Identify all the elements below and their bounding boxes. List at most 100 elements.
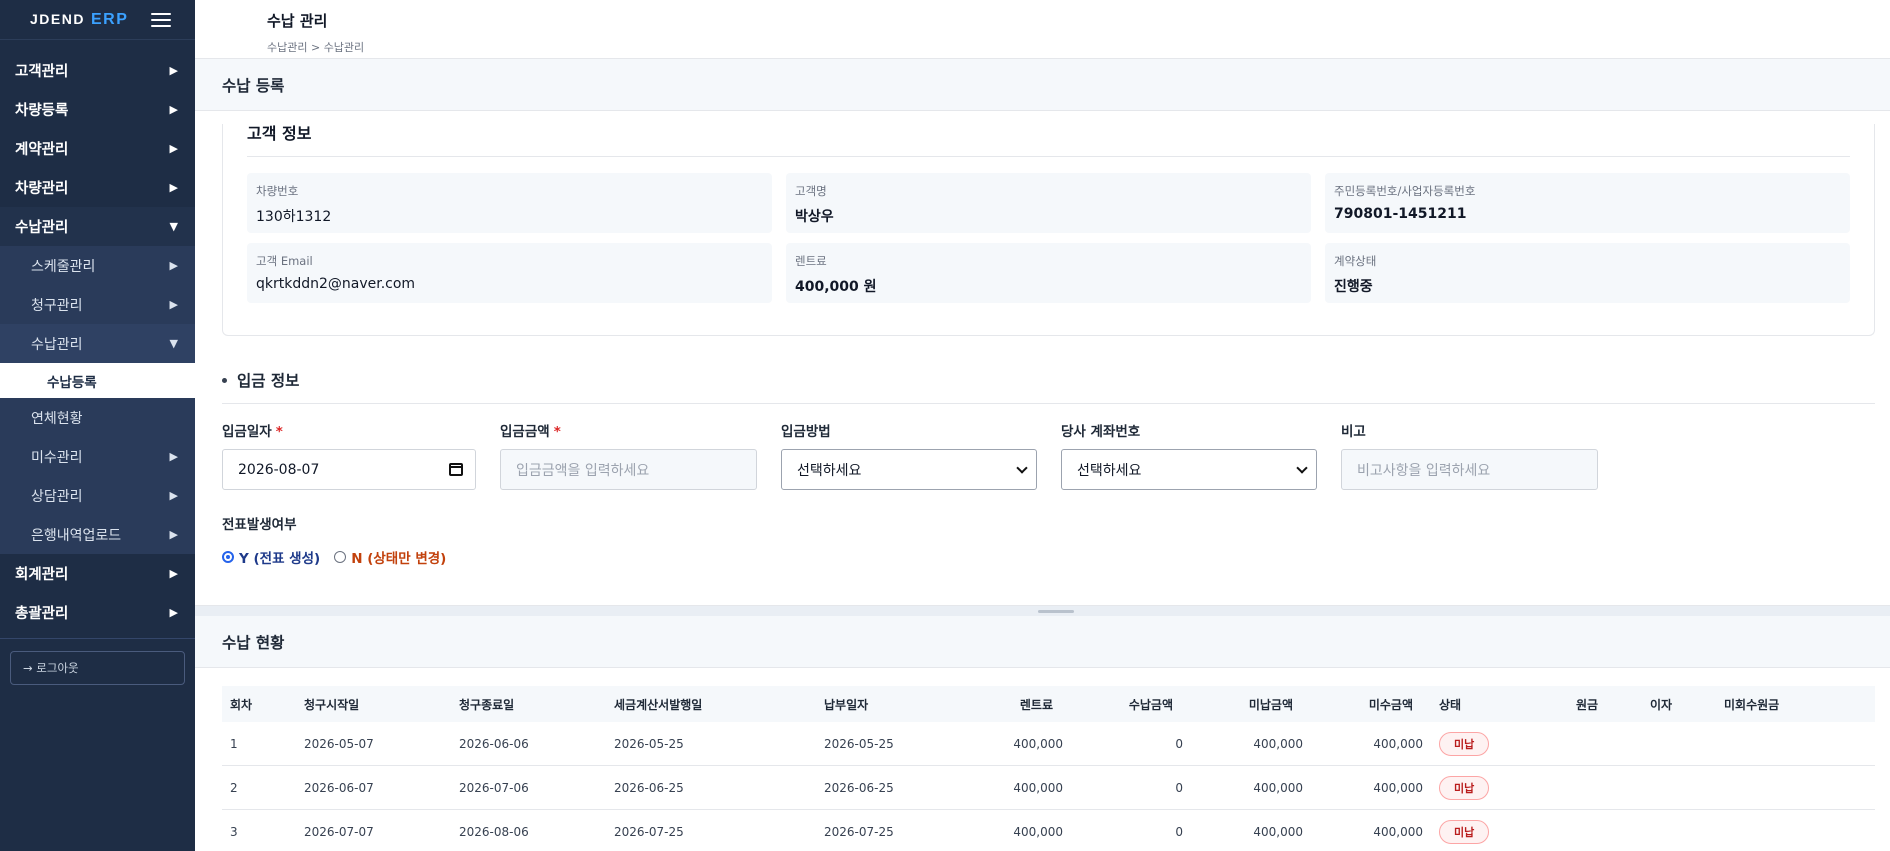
cell: 2 <box>230 780 238 795</box>
status-cell: 미납 <box>1431 775 1568 800</box>
info-value: 진행중 <box>1334 279 1373 295</box>
sidebar-item-label: 수납관리 <box>15 220 69 236</box>
sidebar-subitem-consult[interactable]: 상담관리 ▶ <box>0 476 195 515</box>
sidebar-subsubitem-label: 수납등록 <box>47 374 97 391</box>
info-rent-fee: 렌트료 400,000 원 <box>786 243 1311 303</box>
column-header: 세금계산서발행일 <box>614 697 703 712</box>
cell: 2026-05-25 <box>824 736 894 751</box>
resize-handle-icon[interactable] <box>1038 610 1074 613</box>
cell: 400,000 <box>1253 780 1303 795</box>
info-value: 400,000 원 <box>795 279 877 295</box>
column-header: 미수금액 <box>1368 697 1413 712</box>
status-badge: 미납 <box>1439 819 1490 844</box>
table-row[interactable]: 3 2026-07-07 2026-08-06 2026-07-25 2026-… <box>222 810 1875 851</box>
sidebar-item-vehicle-manage[interactable]: 차량관리 ▶ <box>0 168 195 207</box>
deposit-amount-field: 입금금액 * 입금금액을 입력하세요 <box>500 420 757 490</box>
sidebar-subitem-payment-manage[interactable]: 수납관리 ▼ <box>0 324 195 363</box>
sidebar-item-label: 계약관리 <box>15 142 69 158</box>
column-header: 미회수원금 <box>1724 697 1780 712</box>
cell: 2026-06-06 <box>459 736 529 751</box>
brand-logo[interactable]: JDEND ERP <box>30 11 128 29</box>
deposit-amount-input[interactable]: 입금금액을 입력하세요 <box>500 449 757 490</box>
sidebar-item-label: 회계관리 <box>15 567 69 583</box>
info-value: 790801-1451211 <box>1334 206 1467 222</box>
voucher-no-label[interactable]: N (상태만 변경) <box>351 547 446 567</box>
cell: 400,000 <box>1373 824 1423 839</box>
date-value: 2026-08-07 <box>238 461 320 478</box>
sidebar-item-contract[interactable]: 계약관리 ▶ <box>0 129 195 168</box>
cell: 2026-08-06 <box>459 824 529 839</box>
memo-label: 비고 <box>1341 424 1366 440</box>
menu-toggle-icon[interactable] <box>151 12 171 27</box>
info-label: 고객명 <box>795 184 827 198</box>
sidebar-item-customer[interactable]: 고객관리 ▶ <box>0 51 195 90</box>
status-cell: 미납 <box>1431 731 1568 756</box>
table-header: 회차 청구시작일 청구종료일 세금계산서발행일 납부일자 렌트료 수납금액 미납… <box>222 686 1875 722</box>
payment-status-table: 회차 청구시작일 청구종료일 세금계산서발행일 납부일자 렌트료 수납금액 미납… <box>222 686 1875 851</box>
table-row[interactable]: 2 2026-06-07 2026-07-06 2026-06-25 2026-… <box>222 766 1875 810</box>
info-label: 고객 Email <box>256 254 313 268</box>
sidebar-subsubitem-payment-register[interactable]: 수납등록 <box>0 363 195 398</box>
info-label: 차량번호 <box>256 184 299 198</box>
deposit-date-input[interactable]: 2026-08-07 <box>222 449 476 490</box>
logout-button[interactable]: → 로그아웃 <box>10 651 185 685</box>
chevron-down-icon <box>1016 461 1028 474</box>
status-section-header: 수납 현황 <box>195 616 1890 668</box>
voucher-no-radio[interactable] <box>334 551 347 563</box>
column-header: 상태 <box>1439 697 1462 712</box>
sidebar-item-label: 총괄관리 <box>15 606 69 622</box>
select-value: 선택하세요 <box>1077 462 1142 479</box>
memo-input[interactable]: 비고사항을 입력하세요 <box>1341 449 1598 490</box>
sidebar-item-accounting[interactable]: 회계관리 ▶ <box>0 554 195 593</box>
sidebar-submenu: 스케줄관리 ▶ 청구관리 ▶ 수납관리 ▼ 수납등록 연체현황 미수관리 ▶ 상담관리 ▶… <box>0 246 195 554</box>
sidebar-item-general[interactable]: 총괄관리 ▶ <box>0 593 195 632</box>
chevron-down-icon <box>1296 461 1308 474</box>
info-vehicle-number: 차량번호 130하1312 <box>247 173 772 233</box>
info-label: 렌트료 <box>795 254 827 268</box>
page-title: 수납 관리 <box>267 12 328 30</box>
sidebar-item-label: 차량등록 <box>15 103 69 119</box>
required-mark: * <box>275 424 283 440</box>
info-label: 계약상태 <box>1334 254 1377 268</box>
cell: 400,000 <box>1253 824 1303 839</box>
column-header: 청구종료일 <box>459 697 515 712</box>
sidebar-subitem-label: 스케줄관리 <box>31 258 96 275</box>
column-header: 수납금액 <box>1128 697 1173 712</box>
status-cell: 미납 <box>1431 819 1568 844</box>
company-account-field: 당사 계좌번호 선택하세요 <box>1061 420 1317 490</box>
caret-right-icon: ▶ <box>169 450 178 463</box>
company-account-label: 당사 계좌번호 <box>1061 424 1141 440</box>
caret-right-icon: ▶ <box>169 489 178 502</box>
calendar-icon[interactable] <box>449 463 463 476</box>
sidebar-subitem-billing[interactable]: 청구관리 ▶ <box>0 285 195 324</box>
sidebar-subitem-label: 청구관리 <box>31 297 83 314</box>
table-row[interactable]: 1 2026-05-07 2026-06-06 2026-05-25 2026-… <box>222 722 1875 766</box>
column-header: 납부일자 <box>824 697 869 712</box>
caret-right-icon: ▶ <box>169 298 178 311</box>
cell: 400,000 <box>1373 780 1423 795</box>
sidebar-subitem-bank-upload[interactable]: 은행내역업로드 ▶ <box>0 515 195 554</box>
breadcrumb: 수납관리 > 수납관리 <box>267 41 365 54</box>
sidebar-subitem-overdue[interactable]: 연체현황 <box>0 398 195 437</box>
column-header: 청구시작일 <box>304 697 360 712</box>
sidebar-subitem-receivables[interactable]: 미수관리 ▶ <box>0 437 195 476</box>
caret-right-icon: ▶ <box>169 606 178 619</box>
sidebar-item-payment[interactable]: 수납관리 ▼ <box>0 207 195 246</box>
sidebar-item-vehicle-register[interactable]: 차량등록 ▶ <box>0 90 195 129</box>
cell: 2026-05-07 <box>304 736 374 751</box>
register-section-header: 수납 등록 <box>195 59 1890 111</box>
company-account-select[interactable]: 선택하세요 <box>1061 449 1317 490</box>
caret-right-icon: ▶ <box>169 528 178 541</box>
brand-accent: ERP <box>90 10 129 28</box>
caret-right-icon: ▶ <box>169 181 178 194</box>
cell: 400,000 <box>1013 824 1063 839</box>
deposit-method-select[interactable]: 선택하세요 <box>781 449 1037 490</box>
voucher-yes-label[interactable]: Y (전표 생성) <box>239 547 320 567</box>
column-header: 회차 <box>230 697 253 712</box>
sidebar-subitem-schedule[interactable]: 스케줄관리 ▶ <box>0 246 195 285</box>
deposit-title-text: 입금 정보 <box>237 372 300 390</box>
panel-resize-bar[interactable] <box>195 605 1890 616</box>
voucher-yes-radio[interactable] <box>222 551 234 563</box>
column-header: 렌트료 <box>1019 697 1053 712</box>
brand-name: JDEND <box>30 10 85 27</box>
